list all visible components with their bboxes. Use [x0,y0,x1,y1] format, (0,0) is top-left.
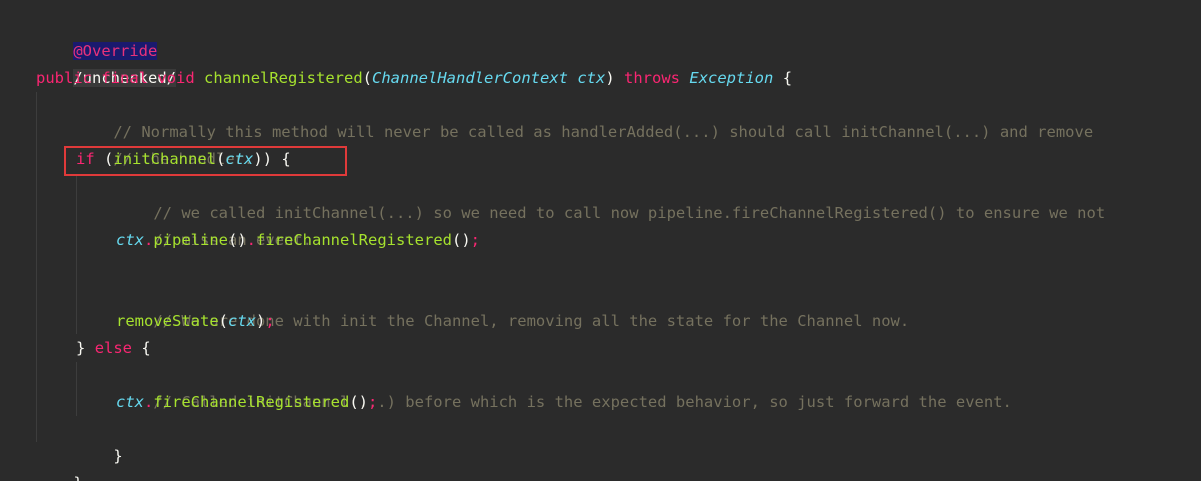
code-line-17[interactable]: } [36,443,82,481]
indent-guide [36,92,37,442]
paren-close: ) [605,69,615,87]
code-line-12[interactable]: removeState(ctx); [116,308,275,335]
keyword-final: final [101,69,149,87]
code-line-1[interactable]: @Override [36,11,158,60]
method-pipeline: pipeline [153,231,228,249]
paren-close: ) [256,312,266,330]
dot: . [144,231,154,249]
code-line-16[interactable]: } [76,416,122,465]
keyword-void: void [157,69,195,87]
dot: . [246,231,257,249]
code-editor[interactable]: @Override /unchecked/ public final void … [0,0,1201,481]
keyword-throws: throws [624,69,681,87]
indent-guide [76,362,77,416]
param-type: ChannelHandlerContext [372,69,568,87]
keyword-public: public [36,69,92,87]
method-firechannelregistered: fireChannelRegistered [153,393,350,411]
code-line-11[interactable]: // We are done with init the Channel, re… [116,281,909,330]
method-firechannelregistered: fireChannelRegistered [256,231,452,249]
code-line-5[interactable]: // the handler. [76,119,253,168]
semicolon: ; [367,393,378,411]
method-name: channelRegistered [204,69,363,87]
brace-open: { [141,339,151,357]
code-line-15[interactable]: ctx.fireChannelRegistered(); [116,389,377,416]
code-line-9[interactable]: ctx.pipeline().fireChannelRegistered(); [116,227,480,254]
parens: () [349,393,368,411]
paren-open: ( [362,69,373,87]
paren-open: ( [218,312,228,330]
var-ctx: ctx [116,393,144,411]
dot: . [144,393,154,411]
code-line-2[interactable]: /unchecked/ [36,38,176,87]
code-line-7[interactable]: // we called initChannel(...) so we need… [116,173,1105,222]
var-ctx: ctx [116,231,144,249]
brace-close: } [73,474,82,481]
code-line-13[interactable]: } else { [76,335,151,362]
brace-open: { [782,69,793,87]
code-line-8[interactable]: // miss an event. [116,200,312,249]
method-removestate: removeState [116,312,219,330]
arg-ctx: ctx [228,312,256,330]
semicolon: ; [470,231,480,249]
code-line-4[interactable]: // Normally this method will never be ca… [76,92,1093,141]
code-line-14[interactable]: // Called initChannel(...) before which … [116,362,1012,411]
semicolon: ; [265,312,275,330]
param-name: ctx [577,69,606,87]
keyword-else: else [94,339,133,357]
brace-close: } [76,339,86,357]
exception-type: Exception [689,69,774,87]
parens: () [228,231,247,249]
red-highlight-box [64,146,347,176]
parens: () [451,231,471,249]
brace-close: } [113,447,123,465]
comment: // Normally this method will never be ca… [113,123,1094,141]
code-line-3[interactable]: public final void channelRegistered(Chan… [36,65,792,92]
